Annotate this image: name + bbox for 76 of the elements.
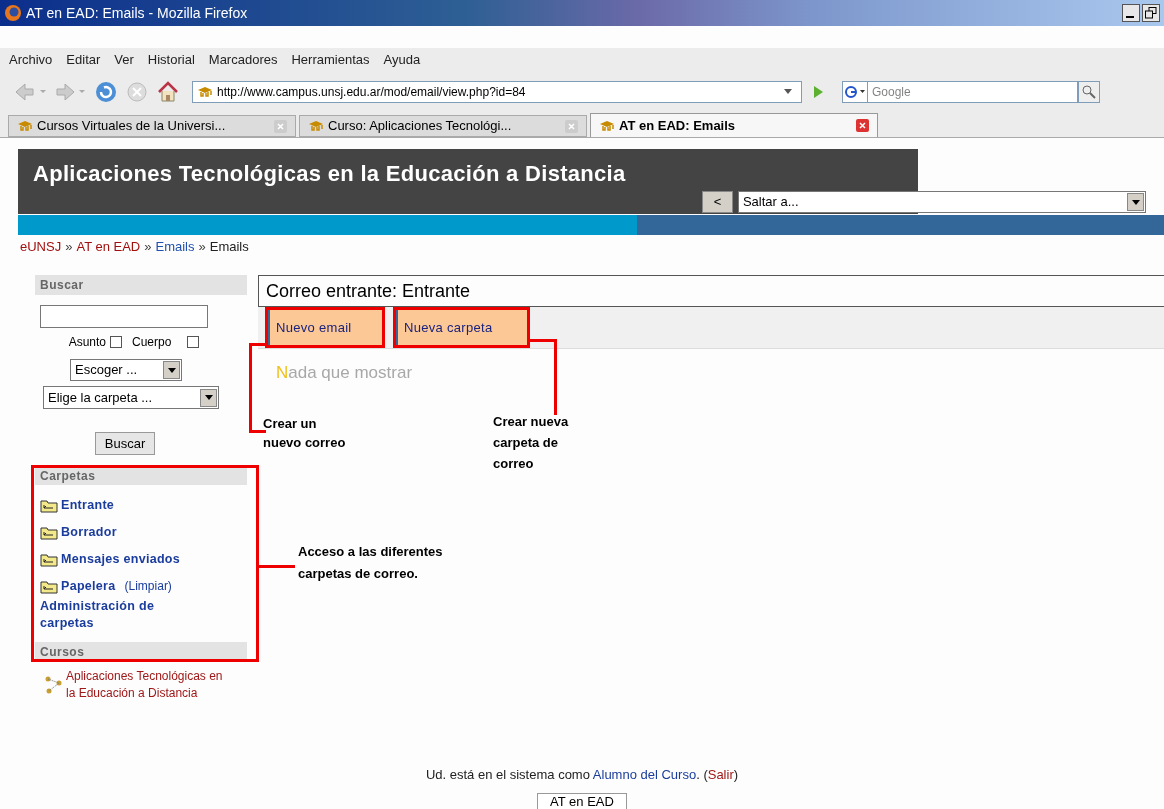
close-icon[interactable] bbox=[856, 119, 869, 132]
dropdown-value: Saltar a... bbox=[741, 193, 800, 212]
tab-label: Curso: Aplicaciones Tecnológi... bbox=[328, 117, 513, 136]
block-header: Buscar bbox=[35, 275, 247, 295]
annotation-text: Crear nueva carpeta de correo bbox=[493, 413, 570, 473]
home-icon[interactable] bbox=[156, 80, 180, 104]
menu-item[interactable]: Ayuda bbox=[383, 50, 421, 70]
block-header: Cursos bbox=[35, 642, 247, 662]
browser-logo-icon bbox=[4, 4, 22, 22]
page-heading: Correo entrante: Entrante bbox=[258, 275, 1164, 307]
logout-link[interactable]: Salir bbox=[707, 767, 734, 782]
breadcrumb-separator: » bbox=[144, 239, 152, 255]
breadcrumb-link[interactable]: Emails bbox=[155, 239, 195, 255]
mortarboard-icon bbox=[17, 120, 33, 132]
course-icon bbox=[45, 676, 63, 694]
tab-label: Cursos Virtuales de la Universi... bbox=[37, 117, 227, 136]
search-icon[interactable] bbox=[1078, 81, 1100, 103]
caret-icon bbox=[783, 89, 793, 95]
course-link[interactable]: Aplicaciones Tecnológicas en la Educación a Distancia bbox=[66, 668, 231, 702]
mortarboard-icon bbox=[197, 86, 213, 98]
folder-link[interactable]: Borrador bbox=[61, 522, 117, 542]
breadcrumb-link[interactable]: AT en EAD bbox=[76, 239, 141, 255]
dropdown-value: Elige la carpeta ... bbox=[47, 388, 154, 407]
folder-link[interactable]: Mensajes enviados bbox=[61, 549, 181, 569]
login-info: Ud. está en el sistema como Alumno del Curso. (Salir) bbox=[425, 767, 739, 783]
folder-link[interactable]: Entrante bbox=[61, 495, 115, 515]
checkbox[interactable] bbox=[110, 336, 122, 348]
dropdown-value: Escoger ... bbox=[74, 361, 139, 380]
checkbox-label: Asunto bbox=[68, 334, 106, 351]
leader-line bbox=[259, 565, 295, 568]
menu-item[interactable]: Archivo bbox=[9, 50, 53, 70]
menu-item[interactable]: Herramientas bbox=[291, 50, 370, 70]
dropdown[interactable]: Escoger ... bbox=[70, 359, 182, 381]
breadcrumb-separator: » bbox=[65, 239, 73, 255]
caret-icon bbox=[163, 361, 180, 379]
checkbox-label: Cuerpo bbox=[132, 334, 172, 351]
address-bar[interactable]: http://www.campus.unsj.edu.ar/mod/email/view.php?id=84 bbox=[192, 81, 802, 103]
folder-icon bbox=[40, 551, 58, 567]
search-button[interactable]: Buscar bbox=[94, 432, 156, 455]
caret-icon bbox=[1127, 193, 1144, 211]
mortarboard-icon bbox=[599, 119, 615, 132]
back-button[interactable]: < bbox=[702, 191, 733, 213]
browser-tab[interactable]: Cursos Virtuales de la Universi... bbox=[8, 115, 296, 137]
breadcrumb-link[interactable]: eUNSJ bbox=[20, 239, 62, 255]
search-input[interactable] bbox=[40, 305, 208, 328]
breadcrumb-separator: » bbox=[198, 239, 206, 255]
reload-icon[interactable] bbox=[94, 80, 118, 104]
menu-item[interactable]: Historial bbox=[147, 50, 195, 70]
browser-tab[interactable]: Curso: Aplicaciones Tecnológi... bbox=[299, 115, 587, 137]
folder-icon bbox=[40, 524, 58, 540]
menu-item[interactable]: Ver bbox=[114, 50, 134, 70]
tab-label: AT en EAD: Emails bbox=[619, 116, 737, 135]
folder-admin-link[interactable]: Administración de carpetas bbox=[40, 598, 205, 632]
search-field[interactable]: Google bbox=[868, 81, 1078, 103]
course-home-button[interactable]: AT en EAD bbox=[537, 793, 627, 809]
address-text: http://www.campus.unsj.edu.ar/mod/email/view.php?id=84 bbox=[217, 84, 527, 101]
folder-link[interactable]: Papelera bbox=[61, 576, 116, 596]
menu-item[interactable]: Editar bbox=[66, 50, 101, 70]
restore-button[interactable] bbox=[1142, 4, 1160, 22]
folder-icon bbox=[40, 578, 58, 594]
menu-item[interactable]: Marcadores bbox=[208, 50, 278, 70]
site-title: Aplicaciones Tecnológicas en la Educación a Distancia bbox=[33, 160, 626, 188]
window-title: AT en EAD: Emails - Mozilla Firefox bbox=[26, 3, 248, 23]
annotation-text: Acceso a las diferentes carpetas de correo. bbox=[298, 543, 444, 583]
folder-icon bbox=[40, 497, 58, 513]
browser-tab[interactable]: AT en EAD: Emails bbox=[590, 113, 878, 137]
dropdown[interactable]: Elige la carpeta ... bbox=[43, 386, 219, 409]
caret-icon bbox=[200, 388, 217, 407]
empty-trash-link[interactable]: (Limpiar) bbox=[124, 577, 172, 595]
checkbox[interactable] bbox=[187, 336, 200, 348]
mortarboard-icon bbox=[308, 120, 324, 132]
annotation-text: Crear un nuevo correo bbox=[263, 415, 347, 452]
empty-message: Nada que mostrar bbox=[276, 363, 413, 383]
dropdown[interactable]: Saltar a... bbox=[737, 191, 1146, 213]
search-engine-icon[interactable] bbox=[842, 81, 868, 103]
minimize-button[interactable] bbox=[1122, 4, 1140, 22]
